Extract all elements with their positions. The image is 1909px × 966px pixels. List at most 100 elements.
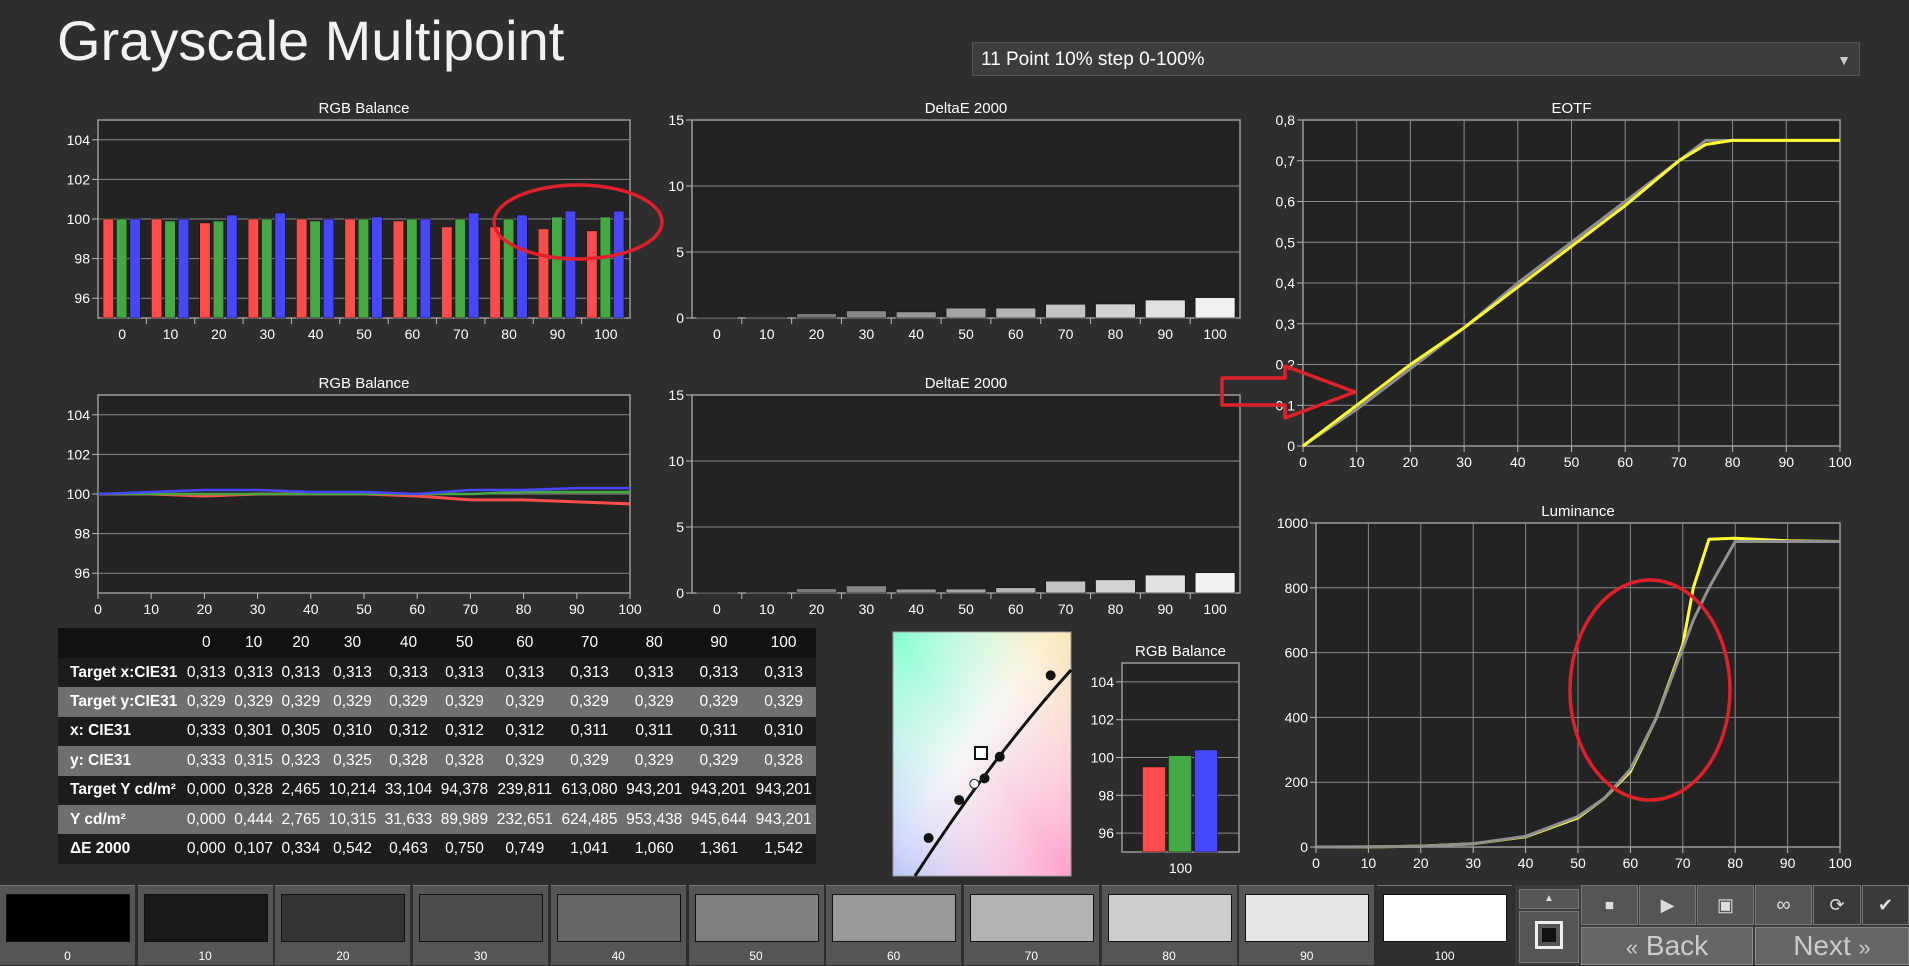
x-tick-label: 10 [759, 601, 775, 617]
x-tick-label: 80 [501, 326, 517, 342]
x-tick-label: 40 [308, 326, 324, 342]
table-cell: 2,465 [277, 775, 325, 805]
x-tick-label: 20 [1413, 855, 1429, 871]
patch-label: 30 [473, 949, 488, 963]
table-cell: 613,080 [557, 775, 622, 805]
table-cell: 94,378 [436, 775, 493, 805]
bar [129, 218, 141, 319]
table-cell: 0,313 [229, 658, 278, 688]
x-tick-label: 50 [356, 601, 372, 617]
table-cell: 0,313 [324, 658, 381, 688]
x-tick-label: 40 [303, 601, 319, 617]
table-cell: 0,329 [557, 687, 622, 717]
transport-controls: ▲ ⏹ ▶ ▣ ∞ ⟳ ✔ « Back Next » [1515, 885, 1909, 965]
patch-swatch-100[interactable]: 100 [1377, 885, 1512, 965]
patch-swatch-10[interactable]: 10 [137, 885, 273, 965]
y-tick-label: 0 [1287, 438, 1295, 454]
y-tick-label: 0,4 [1276, 275, 1296, 291]
plot-frame [1315, 522, 1841, 848]
preset-dropdown[interactable]: 11 Point 10% step 0-100% ▼ [972, 42, 1860, 76]
plot-frame [1121, 662, 1240, 853]
bar [1168, 755, 1192, 853]
x-tick-label: 0 [118, 326, 126, 342]
scroll-up-button[interactable]: ▲ [1519, 889, 1579, 909]
patch-label: 100 [1434, 949, 1455, 963]
x-tick-label: 60 [1008, 601, 1024, 617]
refresh-button[interactable]: ⟳ [1813, 885, 1861, 925]
x-tick-label: 60 [409, 601, 425, 617]
planckian-locus [913, 668, 1073, 877]
bar [1045, 580, 1086, 594]
plot-frame [691, 119, 1241, 319]
next-button[interactable]: Next » [1755, 927, 1909, 965]
patch-swatch-70[interactable]: 70 [963, 885, 1099, 965]
chart-title: RGB Balance [1135, 643, 1226, 660]
x-tick-label: 0 [1312, 855, 1320, 871]
chevron-down-icon: ▼ [1837, 52, 1851, 68]
check-icon: ✔ [1877, 895, 1894, 915]
table-cell: 2,765 [277, 804, 325, 835]
table-row: Y cd/m² 0,000 0,444 2,765 10,315 31,633 89,989… [58, 804, 816, 835]
x-tick-label: 70 [463, 601, 479, 617]
table-cell: 89,989 [436, 804, 493, 835]
y-tick-label: 200 [1285, 774, 1309, 790]
x-tick-label: 10 [1349, 454, 1365, 470]
x-tick-label: 30 [1465, 855, 1481, 871]
patch-swatch-60[interactable]: 60 [826, 885, 962, 965]
patch-swatch-90[interactable]: 90 [1239, 885, 1375, 965]
patch-label: 60 [887, 949, 901, 963]
table-cell: 0,325 [324, 746, 381, 776]
patch-color-chip [419, 894, 544, 942]
header-cell: 40 [380, 628, 437, 658]
eotf-line-chart: EOTF 0 0,1 0,2 0,3 0,4 0,5 0,6 0,7 0,8 0 10 20 30 40 50… [1276, 100, 1852, 470]
x-tick-label: 0 [1299, 454, 1307, 470]
bar [489, 226, 501, 319]
back-button[interactable]: « Back [1581, 927, 1753, 965]
table-cell: 1,361 [686, 834, 752, 864]
header-cell: 60 [492, 628, 558, 658]
patch-swatch-80[interactable]: 80 [1101, 885, 1237, 965]
table-cell: 624,485 [557, 804, 622, 835]
stop-button[interactable]: ⏹ [1581, 885, 1638, 925]
loop-button[interactable]: ∞ [1755, 885, 1812, 925]
chart-title: RGB Balance [319, 375, 410, 392]
x-tick-label: 30 [250, 601, 266, 617]
table-cell: 0,328 [229, 775, 278, 805]
table-cell: 0,313 [557, 658, 622, 688]
table-cell: 0,310 [324, 716, 381, 747]
x-tick-label: 40 [908, 601, 924, 617]
check-button[interactable]: ✔ [1862, 885, 1909, 925]
row-label: Target Y cd/m² [58, 775, 183, 805]
x-tick-label: 100 [618, 601, 642, 617]
table-cell: 0,329 [686, 746, 752, 776]
plot-frame [97, 119, 631, 319]
y-tick-label: 102 [1091, 712, 1115, 728]
table-cell: 0,313 [686, 658, 752, 688]
patch-swatch-30[interactable]: 30 [413, 885, 549, 965]
play-button[interactable]: ▶ [1639, 885, 1696, 925]
patch-swatch-40[interactable]: 40 [550, 885, 686, 965]
table-cell: 0,301 [229, 716, 278, 747]
x-tick-label: 30 [259, 326, 275, 342]
rgb-balance-lines-chart: RGB Balance 96 98 100 102 104 0 10 20 30 40 50 60 70 8… [67, 375, 642, 617]
patch-swatch-0[interactable]: 0 [0, 885, 135, 965]
series-line [98, 490, 630, 496]
x-tick-label: 40 [1510, 454, 1526, 470]
table-cell: 0,329 [686, 687, 752, 717]
bar [564, 210, 576, 319]
patch-swatch-50[interactable]: 50 [688, 885, 824, 965]
page-title: Grayscale Multipoint [57, 9, 565, 72]
table-cell: 0,329 [492, 746, 558, 776]
patch-swatch-20[interactable]: 20 [275, 885, 411, 965]
save-button[interactable]: ▣ [1697, 885, 1754, 925]
bar [1194, 749, 1218, 853]
bar [151, 218, 163, 319]
y-tick-label: 15 [668, 387, 684, 403]
patch-color-chip [1383, 894, 1507, 942]
table-cell: 0,312 [380, 716, 437, 747]
y-tick-label: 0 [676, 585, 684, 601]
patch-label: 70 [1024, 949, 1039, 963]
chart-title: DeltaE 2000 [925, 100, 1008, 117]
x-tick-label: 40 [1518, 855, 1534, 871]
stop-measure-button[interactable] [1519, 911, 1579, 963]
